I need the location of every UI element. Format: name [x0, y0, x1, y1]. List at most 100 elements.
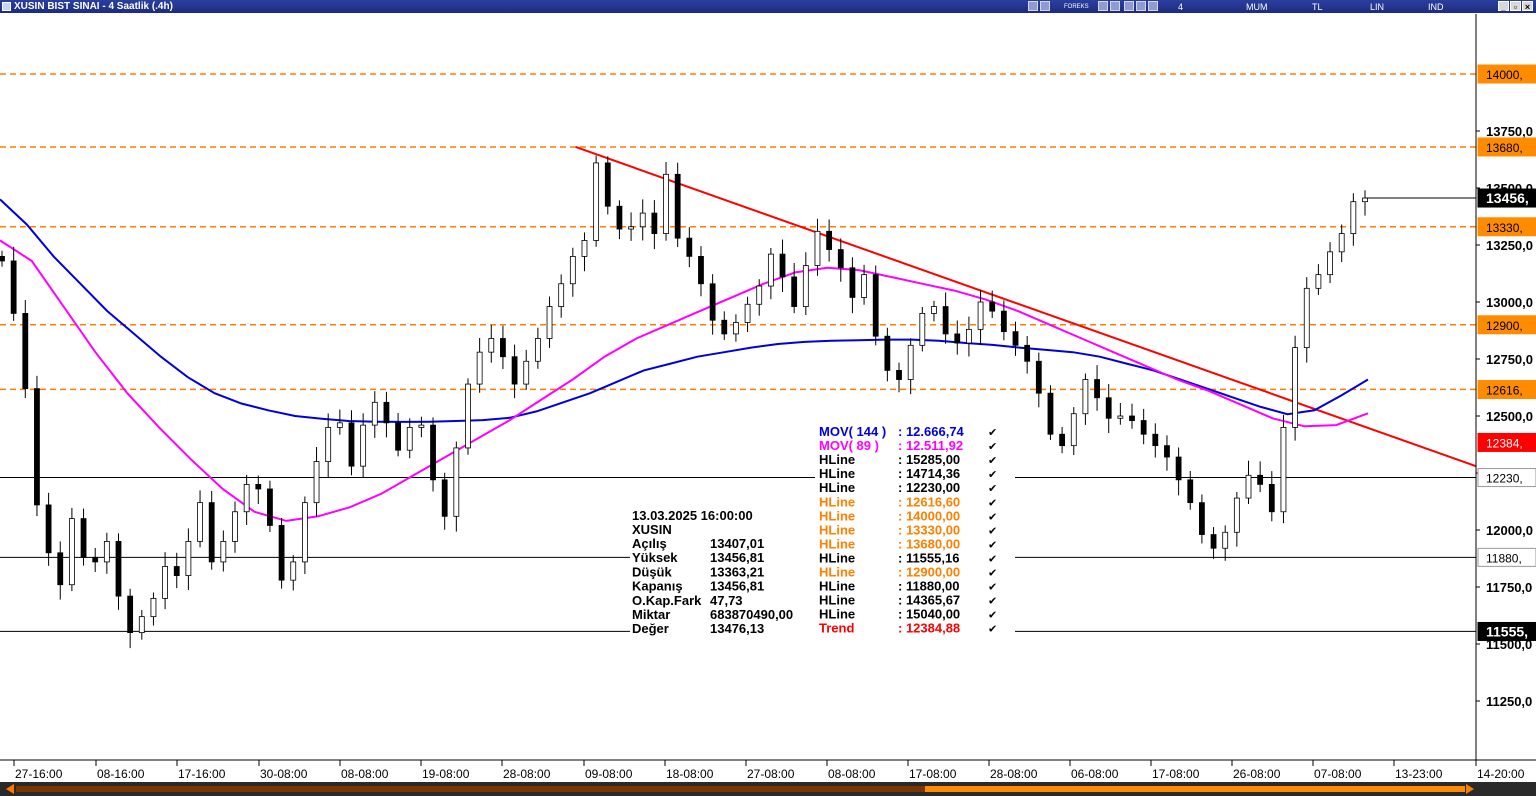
info-label: Düşük [632, 564, 673, 579]
candle-up [744, 303, 751, 323]
candle-up [68, 518, 75, 586]
candle-down [651, 212, 658, 235]
candle-up [406, 426, 413, 451]
candle-down [954, 333, 961, 344]
legend-name: HLine [819, 494, 855, 509]
candle-down [115, 541, 122, 597]
scroll-bar[interactable] [0, 782, 1536, 796]
info-label: O.Kap.Fark [632, 593, 702, 608]
ma-line [0, 239, 1369, 522]
price-chart[interactable]: 13750,013500,013250,013000,012750,012500… [0, 0, 1536, 782]
legend-value: : 11555,16 [898, 550, 959, 565]
info-value: 13476,13 [710, 621, 764, 636]
x-tick-label: 17-08:00 [1152, 767, 1200, 781]
visible-check-icon: ✔ [988, 468, 997, 481]
y-tick-label: 13000,0 [1486, 295, 1533, 310]
candle-up [581, 240, 588, 257]
legend-name: MOV( 144 ) [819, 424, 886, 439]
x-tick-label: 08-08:00 [341, 767, 389, 781]
candle-down [255, 483, 262, 490]
info-value: 13456,81 [710, 579, 764, 594]
price-tag-label: 11880, [1486, 551, 1522, 565]
y-tick-label: 11250,0 [1486, 694, 1532, 709]
candle-down [686, 237, 693, 257]
candle-down [80, 518, 87, 558]
candle-up [639, 212, 646, 228]
candle-down [849, 267, 856, 298]
candle-down [441, 479, 448, 517]
x-tick-label: 26-08:00 [1233, 767, 1281, 781]
y-tick-label: 13750,0 [1486, 124, 1533, 139]
candle-down [709, 283, 716, 321]
visible-check-icon: ✔ [988, 482, 997, 495]
candle-up [977, 301, 984, 330]
candle-up [220, 541, 227, 563]
y-tick-label: 11750,0 [1486, 580, 1532, 595]
legend-value: : 15285,00 [898, 452, 960, 467]
candle-up [628, 226, 634, 230]
info-value: 13363,21 [710, 564, 764, 579]
visible-check-icon: ✔ [988, 538, 997, 551]
candle-up [313, 461, 320, 504]
candle-up [488, 338, 495, 353]
candle-up [756, 285, 763, 305]
legend-value: : 13330,00 [898, 522, 960, 537]
candle-down [1175, 456, 1182, 481]
candle-down [127, 595, 134, 633]
candle-up [919, 312, 926, 346]
candle-down [173, 566, 180, 576]
candle-up [453, 447, 460, 517]
legend-value: : 12900,00 [898, 565, 960, 580]
legend-name: Trend [819, 621, 854, 636]
candle-down [721, 319, 728, 335]
price-tag-label: 13456, [1486, 190, 1529, 206]
x-tick-label: 27-08:00 [747, 767, 795, 781]
candle-down [383, 401, 390, 424]
legend-value: : 13680,00 [898, 536, 960, 551]
candle-up [1303, 287, 1310, 349]
candle-down [348, 422, 355, 467]
scroll-right-icon[interactable] [1466, 784, 1474, 794]
candle-up [569, 255, 576, 285]
candle-up [1315, 274, 1322, 289]
candle-up [243, 483, 250, 513]
candle-down [45, 504, 52, 554]
legend-value: : 11880,00 [898, 579, 959, 594]
candle-up [150, 598, 157, 618]
info-label: Değer [632, 621, 669, 636]
y-tick-label: 12000,0 [1486, 523, 1533, 538]
candle-down [1187, 479, 1194, 504]
candle-down [1024, 344, 1031, 362]
visible-check-icon: ✔ [988, 524, 997, 537]
candle-up [1070, 413, 1077, 447]
price-tag-label: 12230, [1486, 472, 1523, 486]
price-tag-label: 11555, [1486, 623, 1528, 639]
info-value: 47,73 [710, 593, 743, 608]
candle-down [884, 335, 891, 371]
visible-check-icon: ✔ [988, 567, 997, 580]
candle-down [500, 338, 506, 358]
scroll-left-icon[interactable] [6, 784, 14, 794]
candle-up [546, 306, 553, 339]
y-tick-label: 12500,0 [1486, 409, 1533, 424]
candle-down [604, 162, 611, 207]
candle-down [57, 552, 64, 586]
legend-value: : 12616,60 [898, 494, 960, 509]
time-axis: 27-16:00 08-16:00 17-16:00 30-08:00 08-08:00… [0, 759, 1536, 781]
x-tick-label: 09-08:00 [585, 767, 633, 781]
visible-check-icon: ✔ [988, 595, 997, 608]
legend-value: : 12.666,74 [898, 424, 965, 439]
price-tag-label: 13680, [1486, 141, 1523, 155]
price-tag-label: 14000, [1486, 68, 1523, 82]
legend-value: : 14000,00 [898, 508, 960, 523]
visible-check-icon: ✔ [988, 581, 997, 594]
scroll-thumb[interactable] [925, 786, 1465, 792]
legend-name: HLine [819, 452, 855, 467]
x-tick-label: 07-08:00 [1314, 767, 1362, 781]
candle-down [1164, 445, 1170, 458]
candle-up [907, 344, 914, 380]
info-label: Miktar [632, 607, 670, 622]
moving-averages [0, 198, 1369, 522]
candle-up [1362, 197, 1368, 203]
candle-down [278, 525, 285, 581]
